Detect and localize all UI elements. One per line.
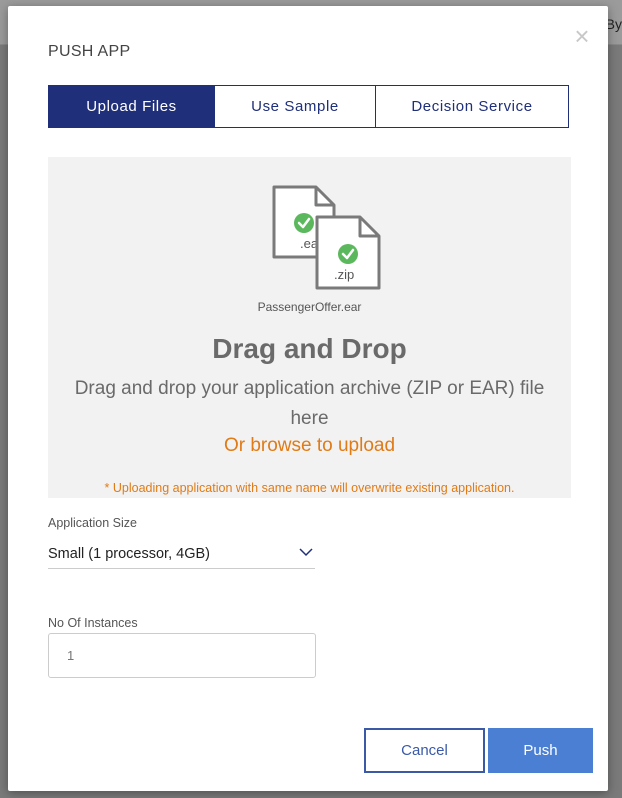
close-icon[interactable]: × [572,23,592,49]
application-size-select[interactable]: Small (1 processor, 4GB) [48,542,315,569]
push-app-modal: × PUSH APP Upload Files Use Sample Decis… [8,6,608,791]
instances-input[interactable]: 1 [48,633,316,678]
application-size-value: Small (1 processor, 4GB) [48,546,210,562]
modal-title: PUSH APP [48,43,131,60]
zip-file-icon: .zip [315,215,381,290]
push-button[interactable]: Push [488,728,593,773]
browse-upload-link[interactable]: Or browse to upload [48,435,571,457]
drop-zone[interactable]: .ear .zip PassengerOffer.ear Drag and Dr… [48,157,571,498]
chevron-down-icon [299,548,313,557]
application-size-label: Application Size [48,516,137,530]
cancel-button[interactable]: Cancel [364,728,485,773]
tab-upload-files[interactable]: Upload Files [49,86,215,127]
overwrite-warning: * Uploading application with same name w… [104,481,515,495]
file-icons-group: .ear .zip [272,185,381,290]
tab-decision-service[interactable]: Decision Service [376,86,568,127]
instances-label: No Of Instances [48,616,138,630]
drag-drop-description: Drag and drop your application archive (… [74,378,545,429]
svg-text:.zip: .zip [334,267,354,282]
background-text: By [605,16,622,32]
drag-drop-title: Drag and Drop [212,333,407,364]
uploaded-file-name: PassengerOffer.ear [257,300,362,314]
tab-use-sample[interactable]: Use Sample [215,86,376,127]
upload-mode-tabs: Upload Files Use Sample Decision Service [48,85,569,128]
